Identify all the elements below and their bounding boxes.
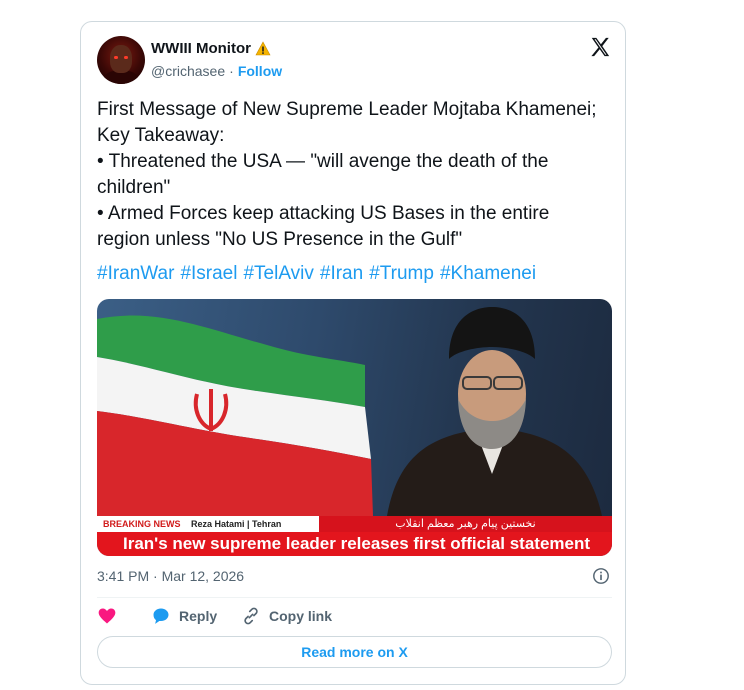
tweet-line: children" bbox=[97, 177, 171, 198]
author-name-row[interactable]: WWIII Monitor bbox=[151, 40, 271, 57]
hashtag-link[interactable]: #Khamenei bbox=[440, 263, 536, 285]
info-icon[interactable] bbox=[592, 567, 610, 585]
tweet-card: WWIII Monitor @crichasee · Follow First … bbox=[80, 21, 626, 685]
tweet-line: • Armed Forces keep attacking US Bases i… bbox=[97, 203, 550, 224]
media-image[interactable]: BREAKING NEWS Reza Hatami | Tehran نخستی… bbox=[97, 299, 612, 556]
hashtag-link[interactable]: #Israel bbox=[180, 263, 237, 285]
copy-link-label: Copy link bbox=[269, 608, 333, 624]
hashtag-link[interactable]: #Trump bbox=[369, 263, 434, 285]
news-headline-banner: Iran's new supreme leader releases first… bbox=[97, 532, 612, 556]
media-scene bbox=[97, 307, 602, 516]
author-handle-row: @crichasee · Follow bbox=[151, 63, 282, 79]
heart-icon bbox=[98, 608, 116, 624]
persian-caption: نخستین پیام رهبر معظم انقلاب bbox=[319, 516, 612, 532]
hashtag-link[interactable]: #Iran bbox=[320, 263, 363, 285]
read-more-label: Read more on X bbox=[301, 644, 408, 660]
link-icon bbox=[244, 607, 258, 625]
news-ticker-top: BREAKING NEWS Reza Hatami | Tehran نخستی… bbox=[97, 516, 612, 532]
author-handle[interactable]: @crichasee bbox=[151, 63, 225, 79]
avatar-face bbox=[110, 45, 132, 73]
breaking-news-label: BREAKING NEWS bbox=[97, 516, 187, 532]
read-more-button[interactable]: Read more on X bbox=[97, 636, 612, 668]
avatar-eye bbox=[124, 56, 128, 59]
warning-icon bbox=[255, 40, 271, 55]
reply-bubble-icon bbox=[153, 608, 169, 624]
avatar-eye bbox=[114, 56, 118, 59]
follow-button[interactable]: Follow bbox=[238, 63, 282, 79]
reporter-label: Reza Hatami | Tehran bbox=[191, 519, 282, 529]
x-logo-icon[interactable] bbox=[589, 36, 611, 58]
tweet-line: region unless "No US Presence in the Gul… bbox=[97, 229, 463, 250]
divider bbox=[97, 597, 612, 598]
action-bar: Reply Copy link bbox=[97, 606, 332, 626]
reply-button[interactable]: Reply bbox=[151, 606, 241, 626]
author-name[interactable]: WWIII Monitor bbox=[151, 40, 251, 57]
tweet-line: Key Takeaway: bbox=[97, 125, 225, 146]
hashtag-list: #IranWar #Israel #TelAviv #Iran #Trump #… bbox=[97, 263, 536, 285]
separator-dot: · bbox=[229, 63, 234, 79]
avatar[interactable] bbox=[97, 36, 145, 84]
news-headline: Iran's new supreme leader releases first… bbox=[123, 534, 591, 553]
copy-link-button[interactable]: Copy link bbox=[241, 606, 332, 626]
like-button[interactable] bbox=[97, 606, 151, 626]
tweet-line: • Threatened the USA — "will avenge the … bbox=[97, 151, 549, 172]
hashtag-link[interactable]: #TelAviv bbox=[243, 263, 313, 285]
tweet-text: First Message of New Supreme Leader Mojt… bbox=[97, 97, 617, 253]
hashtag-link[interactable]: #IranWar bbox=[97, 263, 174, 285]
tweet-timestamp[interactable]: 3:41 PM · Mar 12, 2026 bbox=[97, 568, 244, 584]
tweet-line: First Message of New Supreme Leader Mojt… bbox=[97, 99, 597, 120]
reply-label: Reply bbox=[179, 608, 218, 624]
